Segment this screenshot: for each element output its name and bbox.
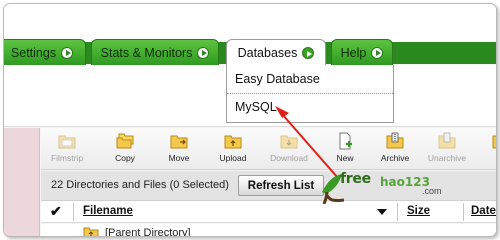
move-folder-icon [170, 135, 188, 149]
filmstrip-button[interactable]: Filmstrip [41, 132, 93, 163]
toolbar-label: Copy [115, 153, 135, 163]
watermark-text: free [340, 171, 371, 187]
column-divider [463, 203, 464, 221]
databases-dropdown: Easy Database MySQL [226, 65, 394, 123]
menu-item-easy-database[interactable]: Easy Database [235, 72, 320, 86]
toolbar-label: Upload [219, 153, 247, 163]
row-filename: [Parent Directory] [105, 227, 191, 237]
tab-settings[interactable]: Settings [4, 39, 86, 65]
toolbar-label: Download [270, 153, 308, 163]
watermark-domain: .com [422, 186, 442, 196]
play-arrow-icon [197, 46, 210, 59]
tab-stats-monitors[interactable]: Stats & Monitors [91, 39, 219, 65]
directory-count: 22 Directories and Files (0 Selected) [51, 179, 229, 191]
select-all-checkmark[interactable]: ✔ [50, 203, 62, 220]
download-button[interactable]: Download [263, 132, 315, 163]
menu-item-mysql[interactable]: MySQL [235, 100, 277, 114]
toolbar-label: Re [475, 153, 497, 163]
toolbar-label: Unarchive [427, 153, 467, 163]
play-arrow-icon [371, 46, 384, 59]
copy-folder-icon [116, 133, 134, 149]
play-arrow-icon [302, 47, 315, 59]
column-header-date[interactable]: Date I [471, 205, 496, 217]
move-button[interactable]: Move [153, 132, 205, 163]
upload-button[interactable]: Upload [207, 132, 259, 163]
unarchive-icon [438, 132, 456, 149]
copy-button[interactable]: Copy [99, 132, 151, 163]
tab-label: Databases [237, 46, 298, 60]
new-file-icon [339, 132, 352, 150]
toolbar-label: Filmstrip [50, 153, 84, 163]
rename-button[interactable]: Re [475, 132, 497, 163]
table-row[interactable]: [Parent Directory] [41, 224, 496, 237]
tab-label: Help [340, 45, 367, 60]
toolbar-label: Move [168, 153, 190, 163]
watermark-logo: free hao123 .com [318, 170, 448, 212]
upload-folder-icon [224, 135, 242, 149]
unarchive-button[interactable]: Unarchive [421, 132, 473, 163]
tab-label: Settings [10, 45, 57, 60]
tab-label: Stats & Monitors [100, 45, 193, 60]
archive-button[interactable]: Archive [369, 132, 421, 163]
filmstrip-icon [58, 135, 76, 149]
menu-divider [227, 93, 393, 94]
column-divider [73, 203, 74, 221]
parent-folder-icon [83, 227, 99, 236]
play-arrow-icon [61, 46, 74, 59]
left-sidebar-strip [4, 128, 40, 236]
tab-databases[interactable]: Databases [226, 39, 326, 66]
toolbar-label: Archive [380, 153, 410, 163]
tab-bar: Settings Stats & Monitors Databases Help [4, 4, 496, 66]
file-toolbar: Filmstrip Copy Move Upload Download New … [41, 128, 497, 170]
toolbar-label: New [336, 153, 354, 163]
new-button[interactable]: New [319, 132, 371, 163]
tab-help[interactable]: Help [331, 39, 393, 65]
download-folder-icon [280, 135, 298, 149]
refresh-list-button[interactable]: Refresh List [238, 175, 324, 196]
archive-icon [386, 132, 404, 149]
rename-icon [492, 135, 496, 149]
column-header-filename[interactable]: Filename [83, 205, 133, 217]
